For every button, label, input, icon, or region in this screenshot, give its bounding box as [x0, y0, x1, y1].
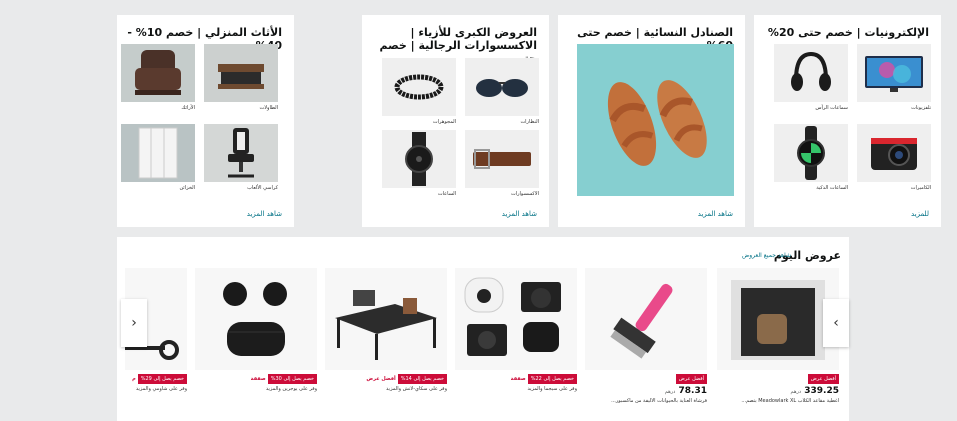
grid-item-label: تلفزيونات: [911, 105, 931, 111]
deal-badge: خصم يصل إلى 22%: [527, 374, 577, 384]
deal-label: صفقة: [510, 376, 526, 382]
sunglasses-icon: [465, 58, 539, 116]
grid-item-wardrobes[interactable]: الخزائن: [121, 124, 195, 191]
deal-description: وفر على يوجرين والمزيد: [265, 386, 317, 392]
todays-deals-section: عروض اليوم شاهد جميع العروض أفضل عرض 339…: [117, 237, 849, 421]
grid-item-watches[interactable]: الساعات: [382, 130, 456, 197]
recliner-icon: [121, 44, 195, 102]
grid-item-label: الخزائن: [179, 185, 196, 191]
belt-icon: [465, 130, 539, 188]
deal-label: صفقة: [250, 376, 266, 382]
grid-item-label: المجوهرات: [432, 119, 456, 125]
smartwatch-icon: [774, 124, 848, 182]
grid-item-label: كراسي الألعاب: [247, 185, 278, 191]
car-seat-cover-icon: [717, 268, 839, 370]
deal-description: وفر على سيجما والمزيد: [527, 386, 577, 392]
wardrobe-icon: [121, 124, 195, 182]
deal-badge: أفضل عرض: [807, 374, 839, 384]
grid-item-cameras[interactable]: الكاميرات: [857, 124, 931, 191]
grid-item-gaming-chairs[interactable]: كراسي الألعاب: [204, 124, 278, 191]
card-sandals: الصنادل النسائية | خصم حتى 60% شاهد المز…: [558, 15, 745, 227]
chevron-right-icon: ›: [833, 315, 839, 331]
grid-item-label: الساعات: [437, 191, 456, 197]
see-all-deals-link[interactable]: شاهد جميع العروض: [742, 252, 791, 259]
deal-description: وفر على سكاي-لاتش والمزيد: [386, 386, 447, 392]
deal-badge: خصم يصل إلى 29%: [137, 374, 187, 384]
grid-item-label: الطاولات: [259, 105, 278, 111]
carousel-prev-button[interactable]: ‹: [121, 299, 147, 347]
card-grid: تلفزيونات سماعات الرأس الكاميرات الساعات…: [774, 44, 931, 200]
see-more-link[interactable]: شاهد المزيد: [502, 210, 537, 218]
see-more-link[interactable]: شاهد المزيد: [247, 210, 282, 218]
cameras-icon: [455, 268, 577, 370]
card-grid: النظارات المجوهرات الاكسسوارات الساعات: [382, 58, 539, 214]
deal-price: 78.31 درهم: [664, 386, 707, 396]
desk-icon: [325, 268, 447, 370]
deal-badges: أفضل عرض: [717, 374, 839, 384]
grid-item-tvs[interactable]: تلفزيونات: [857, 44, 931, 111]
grid-item-sofas[interactable]: الأرائك: [121, 44, 195, 111]
gaming-chair-icon: [204, 124, 278, 182]
deal-price: 339.25 درهم: [790, 386, 839, 396]
earbuds-icon: [195, 268, 317, 370]
deal-label: م: [132, 376, 136, 382]
grid-item-headphones[interactable]: سماعات الرأس: [774, 44, 848, 111]
deal-badge: خصم يصل إلى 14%: [397, 374, 447, 384]
bracelet-icon: [382, 58, 456, 116]
grid-item-smartwatches[interactable]: الساعات الذكية: [774, 124, 848, 191]
table-icon: [204, 44, 278, 102]
card-electronics: الإلكترونيات | خصم حتى 20% تلفزيونات سما…: [754, 15, 941, 227]
deal-item[interactable]: خصم يصل إلى 22% صفقة وفر على سيجما والمز…: [455, 268, 577, 392]
deal-description: وفر على شاومي والمزيد: [135, 386, 187, 392]
grid-item-label: الساعات الذكية: [816, 185, 848, 191]
see-more-link[interactable]: للمزيد: [911, 210, 929, 218]
deal-badges: خصم يصل إلى 30% صفقة: [195, 374, 317, 384]
sandals-icon[interactable]: [577, 44, 734, 196]
see-more-link[interactable]: شاهد المزيد: [698, 210, 733, 218]
deal-label: أفضل عرض: [366, 376, 396, 382]
grid-item-tables[interactable]: الطاولات: [204, 44, 278, 111]
carousel-next-button[interactable]: ›: [823, 299, 849, 347]
grid-item-sunglasses[interactable]: النظارات: [465, 58, 539, 125]
deal-badge: خصم يصل إلى 30%: [267, 374, 317, 384]
deal-item[interactable]: خصم يصل إلى 14% أفضل عرض وفر على سكاي-لا…: [325, 268, 447, 392]
watch-icon: [382, 130, 456, 188]
card-grid: الطاولات الأرائك كراسي الألعاب الخزائن: [121, 44, 278, 200]
grid-item-label: سماعات الرأس: [815, 105, 848, 111]
deal-badges: خصم يصل إلى 22% صفقة: [455, 374, 577, 384]
deal-badges: خصم يصل إلى 14% أفضل عرض: [325, 374, 447, 384]
grid-item-label: الكاميرات: [910, 185, 931, 191]
headphones-icon: [774, 44, 848, 102]
card-title[interactable]: الإلكترونيات | خصم حتى 20%: [764, 26, 929, 39]
tv-icon: [857, 44, 931, 102]
deal-description: فرشاة العناية بالحيوانات الأليفة من ماكس…: [611, 398, 707, 404]
chevron-left-icon: ‹: [131, 315, 137, 331]
grid-item-jewelry[interactable]: المجوهرات: [382, 58, 456, 125]
deal-badges: أفضل عرض: [585, 374, 707, 384]
deal-badge: أفضل عرض: [675, 374, 707, 384]
camera-icon: [857, 124, 931, 182]
grid-item-label: الاكسسوارات: [510, 191, 539, 197]
grooming-brush-icon: [585, 268, 707, 370]
card-furniture: الأثاث المنزلي | خصم 10% - 40% الطاولات …: [117, 15, 294, 227]
card-fashion: العروض الكبرى للأزياء | الاكسسوارات الرج…: [362, 15, 549, 227]
deal-item[interactable]: أفضل عرض 78.31 درهم فرشاة العناية بالحيو…: [585, 268, 707, 404]
deal-item[interactable]: خصم يصل إلى 30% صفقة وفر على يوجرين والم…: [195, 268, 317, 392]
grid-item-label: النظارات: [520, 119, 539, 125]
deal-badges: خصم يصل إلى 29% م: [125, 374, 187, 384]
grid-item-accessories[interactable]: الاكسسوارات: [465, 130, 539, 197]
deal-description: أغطية مقاعد الكلاب Meadowlark XL بتصم...: [741, 398, 839, 404]
grid-item-label: الأرائك: [181, 105, 195, 111]
deal-item[interactable]: أفضل عرض 339.25 درهم أغطية مقاعد الكلاب …: [717, 268, 839, 404]
